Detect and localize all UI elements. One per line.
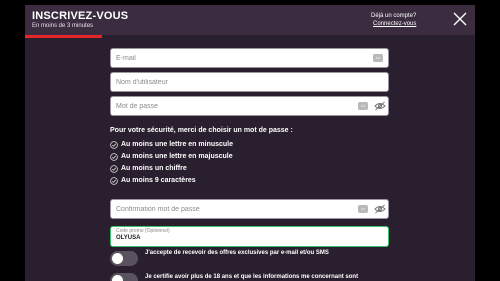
progress-bar (25, 35, 102, 38)
confirm-password-field[interactable]: ••• (110, 199, 389, 219)
password-rules-title: Pour votre sécurité, merci de choisir un… (110, 127, 293, 134)
password-manager-icon[interactable]: ••• (358, 205, 368, 213)
promo-code-input[interactable]: OLYUSA (116, 235, 140, 241)
password-manager-icon[interactable]: ••• (358, 102, 368, 110)
signup-modal: INSCRIVEZ-VOUS En moins de 3 minutes Déj… (25, 5, 475, 281)
email-field[interactable]: ••• (110, 48, 389, 68)
promo-code-label: Code promo (Optionnel) (116, 228, 170, 234)
confirm-password-input[interactable] (116, 200, 346, 218)
check-circle-icon (110, 177, 118, 185)
check-circle-icon (110, 153, 118, 161)
modal-header: INSCRIVEZ-VOUS En moins de 3 minutes Déj… (25, 5, 475, 35)
toggle-knob (112, 253, 123, 264)
close-icon[interactable] (453, 12, 467, 26)
login-link[interactable]: Connectez-vous (371, 20, 416, 28)
username-input[interactable] (116, 73, 346, 91)
check-circle-icon (110, 165, 118, 173)
login-prompt: Déjà un compte? Connectez-vous (371, 12, 416, 28)
password-input[interactable] (116, 97, 346, 115)
check-circle-icon (110, 141, 118, 149)
password-manager-icon[interactable]: ••• (373, 54, 383, 62)
rule-label: Au moins un chiffre (121, 165, 187, 172)
rule-label: Au moins une lettre en minuscule (121, 141, 234, 148)
page-subtitle: En moins de 3 minutes (32, 23, 94, 29)
promo-code-field[interactable]: Code promo (Optionnel) OLYUSA (110, 226, 389, 247)
rule-label: Au moins 9 caractères (121, 177, 196, 184)
toggle-knob (112, 275, 123, 281)
username-field[interactable] (110, 72, 389, 92)
eye-off-icon[interactable] (374, 101, 386, 111)
page-title: INSCRIVEZ-VOUS (32, 10, 129, 22)
age-consent-toggle[interactable] (110, 273, 138, 281)
account-question: Déjà un compte? (371, 13, 417, 19)
age-consent-label: Je certifie avoir plus de 18 ans et que … (145, 274, 359, 280)
email-input[interactable] (116, 49, 346, 67)
password-field[interactable]: ••• (110, 96, 389, 116)
offers-consent-label: J'accepte de recevoir des offres exclusi… (145, 250, 329, 256)
rule-label: Au moins une lettre en majuscule (121, 153, 233, 160)
eye-off-icon[interactable] (374, 204, 386, 214)
offers-consent-toggle[interactable] (110, 251, 138, 266)
